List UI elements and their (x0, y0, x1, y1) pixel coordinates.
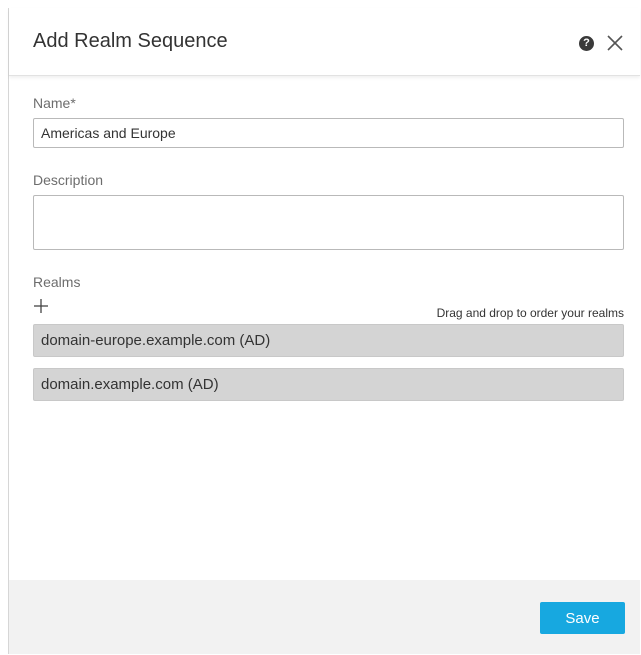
drag-hint: Drag and drop to order your realms (436, 306, 624, 320)
realm-item[interactable]: domain-europe.example.com (AD) (33, 324, 624, 357)
dialog-title: Add Realm Sequence (33, 30, 228, 52)
add-realm-icon[interactable] (33, 298, 49, 314)
close-icon[interactable] (605, 33, 625, 53)
name-input[interactable] (33, 118, 624, 148)
dialog-footer: Save (9, 580, 640, 654)
description-input[interactable] (33, 195, 624, 250)
realms-label: Realms (33, 274, 81, 290)
realm-item[interactable]: domain.example.com (AD) (33, 368, 624, 401)
description-label: Description (33, 172, 104, 188)
add-realm-sequence-dialog: Add Realm Sequence ? Name* Description R… (8, 8, 640, 654)
save-button[interactable]: Save (540, 602, 625, 634)
dialog-header: Add Realm Sequence ? (9, 8, 640, 76)
help-icon[interactable]: ? (579, 36, 594, 51)
name-label: Name* (33, 95, 76, 111)
